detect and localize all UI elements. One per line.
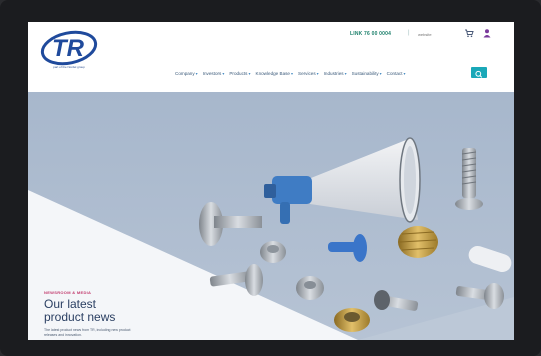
site-header: TR part of the Nordel group LINK 76 00 0… [28, 22, 514, 78]
svg-text:TR: TR [52, 35, 85, 62]
chevron-down-icon: ▾ [379, 71, 382, 76]
nav-label: Industries [323, 71, 344, 76]
nav-item-services[interactable]: Services ▾ [298, 71, 319, 76]
user-icon[interactable] [482, 28, 492, 38]
browser-viewport: TR part of the Nordel group LINK 76 00 0… [28, 22, 514, 340]
chevron-down-icon: ▾ [222, 71, 225, 76]
nav-item-industries[interactable]: Industries ▾ [324, 71, 347, 76]
chevron-down-icon: ▾ [248, 71, 251, 76]
logo-tagline: part of the Nordel group [53, 65, 85, 69]
nav-label: Contact [386, 71, 403, 76]
nav-item-contact[interactable]: Contact ▾ [387, 71, 406, 76]
header-divider: | [408, 30, 410, 36]
chevron-down-icon: ▾ [316, 71, 319, 76]
nav-label: Investors [202, 71, 222, 76]
nav-label: Products [229, 71, 248, 76]
nav-item-products[interactable]: Products ▾ [229, 71, 250, 76]
nav-label: Sustainability [351, 71, 379, 76]
nav-item-knowledge-base[interactable]: Knowledge Base ▾ [256, 71, 294, 76]
hero-kicker[interactable]: NEWSROOM & MEDIA [44, 290, 132, 295]
hero-banner: NEWSROOM & MEDIA Our latest product news… [28, 92, 514, 340]
chevron-down-icon: ▾ [344, 71, 347, 76]
cart-icon[interactable] [464, 28, 474, 38]
hero-text-block: NEWSROOM & MEDIA Our latest product news… [44, 290, 132, 338]
device-frame: TR part of the Nordel group LINK 76 00 0… [0, 0, 541, 356]
chevron-down-icon: ▾ [403, 71, 406, 76]
chevron-down-icon: ▾ [290, 71, 293, 76]
company-logo[interactable]: TR part of the Nordel group [38, 28, 100, 72]
search-button[interactable] [471, 67, 487, 78]
nav-item-company[interactable]: Company ▾ [175, 71, 198, 76]
nav-label: Services [298, 71, 316, 76]
nav-label: Company [175, 71, 195, 76]
chevron-down-icon: ▾ [195, 71, 198, 76]
nav-item-investors[interactable]: Investors ▾ [203, 71, 225, 76]
hero-subtext: The latest product news from TR, includi… [44, 328, 131, 337]
main-navigation: Company ▾ Investors ▾ Products ▾ Knowledge … [175, 71, 406, 76]
site-search-input[interactable] [418, 29, 466, 39]
phone-number[interactable]: LINK 76 00 0004 [350, 31, 391, 37]
nav-label: Knowledge Base [255, 71, 290, 76]
logo-mark: TR [40, 30, 98, 66]
nav-item-sustainability[interactable]: Sustainability ▾ [352, 71, 382, 76]
search-icon [475, 70, 483, 78]
hero-headline: Our latest product news [44, 298, 132, 324]
headline-line-2: product news [44, 310, 116, 324]
